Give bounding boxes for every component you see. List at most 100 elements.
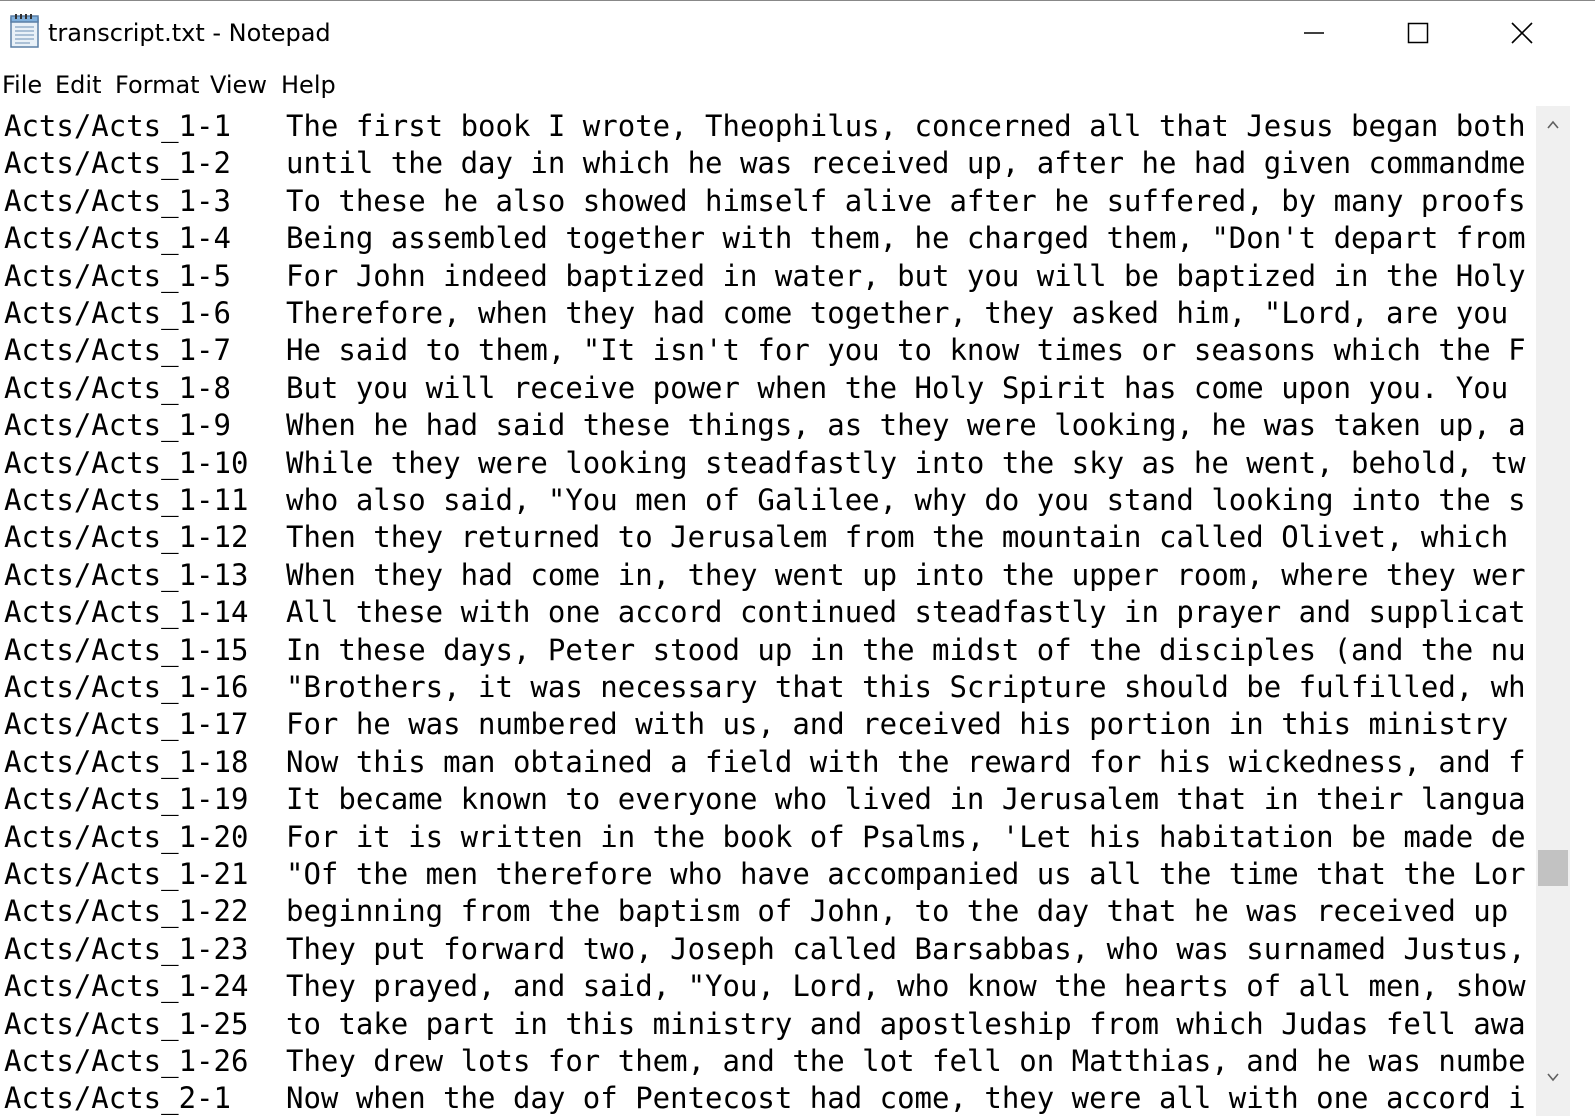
verse-reference: Acts/Acts_1-8 [4, 370, 231, 405]
verse-text: until the day in which he was received u… [286, 146, 1526, 181]
notepad-window: transcript.txt - Notepad File Edit Forma… [0, 0, 1595, 1116]
menu-edit[interactable]: Edit [55, 71, 101, 99]
verse-text: For it is written in the book of Psalms,… [286, 819, 1526, 854]
text-line[interactable]: Acts/Acts_1-16 "Brothers, it was necessar… [4, 668, 1526, 706]
verse-reference: Acts/Acts_1-12 [4, 520, 249, 555]
text-line[interactable]: Acts/Acts_1-12 Then they returned to Jeru… [4, 518, 1508, 556]
verse-reference: Acts/Acts_2-1 [4, 1081, 231, 1116]
window-title: transcript.txt - Notepad [48, 19, 331, 47]
text-line[interactable]: Acts/Acts_1-5 For John indeed baptized in… [4, 257, 1526, 295]
chevron-up-icon [1545, 117, 1561, 137]
verse-reference: Acts/Acts_1-18 [4, 744, 249, 779]
text-line[interactable]: Acts/Acts_1-25 to take part in this minis… [4, 1005, 1526, 1043]
verse-reference: Acts/Acts_1-11 [4, 483, 249, 517]
verse-reference: Acts/Acts_1-14 [4, 595, 249, 630]
verse-reference: Acts/Acts_1-9 [4, 408, 231, 443]
text-line[interactable]: Acts/Acts_1-8 But you will receive power … [4, 369, 1508, 407]
verse-reference: Acts/Acts_1-16 [4, 670, 249, 704]
text-line[interactable]: Acts/Acts_1-20 For it is written in the b… [4, 818, 1526, 856]
verse-reference: Acts/Acts_1-23 [4, 931, 249, 966]
verse-text: While they were looking steadfastly into… [286, 445, 1526, 480]
text-line[interactable]: Acts/Acts_1-10 While they were looking st… [4, 444, 1526, 482]
verse-reference: Acts/Acts_1-22 [4, 894, 249, 929]
close-icon [1511, 22, 1533, 44]
verse-text: "Of the men therefore who have accompani… [286, 857, 1526, 891]
verse-reference: Acts/Acts_1-10 [4, 445, 249, 480]
verse-reference: Acts/Acts_1-1 [4, 109, 231, 143]
scroll-thumb[interactable] [1538, 849, 1568, 886]
verse-reference: Acts/Acts_1-4 [4, 221, 231, 256]
verse-text: "Brothers, it was necessary that this Sc… [286, 670, 1526, 704]
verse-text: They drew lots for them, and the lot fel… [286, 1044, 1526, 1078]
text-editor[interactable]: Acts/Acts_1-1 The first book I wrote, The… [0, 106, 1536, 1116]
verse-reference: Acts/Acts_1-5 [4, 258, 231, 293]
verse-reference: Acts/Acts_1-17 [4, 707, 249, 742]
verse-reference: Acts/Acts_1-19 [4, 782, 249, 817]
verse-text: All these with one accord continued stea… [286, 595, 1526, 630]
verse-reference: Acts/Acts_1-2 [4, 146, 231, 181]
text-line[interactable]: Acts/Acts_1-21 "Of the men therefore who … [4, 855, 1526, 893]
text-line[interactable]: Acts/Acts_1-24 They prayed, and said, "Yo… [4, 967, 1526, 1005]
verse-text: Therefore, when they had come together, … [286, 296, 1509, 330]
verse-text: to take part in this ministry and apostl… [286, 1006, 1526, 1041]
text-line[interactable]: Acts/Acts_1-15 In these days, Peter stood… [4, 631, 1526, 669]
verse-text: When he had said these things, as they w… [286, 408, 1526, 443]
text-line[interactable]: Acts/Acts_1-6 Therefore, when they had co… [4, 294, 1508, 332]
verse-text: When they had come in, they went up into… [286, 557, 1526, 592]
verse-text: He said to them, "It isn't for you to kn… [286, 333, 1526, 368]
verse-text: In these days, Peter stood up in the mid… [286, 632, 1526, 667]
verse-text: For John indeed baptized in water, but y… [286, 258, 1526, 293]
maximize-icon [1407, 22, 1429, 44]
chevron-down-icon [1545, 1069, 1561, 1089]
text-line[interactable]: Acts/Acts_1-19 It became known to everyon… [4, 780, 1526, 818]
text-line[interactable]: Acts/Acts_1-9 When he had said these thin… [4, 406, 1526, 444]
scroll-up-button[interactable] [1536, 110, 1570, 144]
vertical-scrollbar[interactable] [1536, 106, 1570, 1116]
verse-text: They put forward two, Joseph called Bars… [286, 931, 1526, 966]
verse-reference: Acts/Acts_1-15 [4, 632, 249, 667]
text-line[interactable]: Acts/Acts_1-3 To these he also showed him… [4, 182, 1526, 220]
text-line[interactable]: Acts/Acts_1-26 They drew lots for them, a… [4, 1042, 1526, 1080]
verse-text: Then they returned to Jerusalem from the… [286, 520, 1509, 555]
verse-text: who also said, "You men of Galilee, why … [286, 483, 1526, 517]
text-line[interactable]: Acts/Acts_1-2 until the day in which he w… [4, 144, 1526, 182]
verse-text: It became known to everyone who lived in… [286, 782, 1526, 817]
title-bar[interactable]: transcript.txt - Notepad [0, 0, 1595, 64]
verse-reference: Acts/Acts_1-7 [4, 333, 231, 368]
text-line[interactable]: Acts/Acts_1-23 They put forward two, Jose… [4, 930, 1526, 968]
verse-text: Being assembled together with them, he c… [286, 221, 1526, 256]
verse-reference: Acts/Acts_1-6 [4, 296, 231, 330]
verse-text: For he was numbered with us, and receive… [286, 707, 1509, 742]
verse-reference: Acts/Acts_1-26 [4, 1044, 249, 1078]
verse-text: But you will receive power when the Holy… [286, 370, 1509, 405]
text-line[interactable]: Acts/Acts_1-7 He said to them, "It isn't … [4, 331, 1526, 369]
text-line[interactable]: Acts/Acts_1-18 Now this man obtained a fi… [4, 743, 1526, 781]
verse-text: They prayed, and said, "You, Lord, who k… [286, 969, 1526, 1004]
verse-reference: Acts/Acts_1-13 [4, 557, 249, 592]
text-line[interactable]: Acts/Acts_1-11 who also said, "You men of… [4, 481, 1526, 519]
verse-text: The first book I wrote, Theophilus, conc… [286, 109, 1526, 143]
verse-text: Now this man obtained a field with the r… [286, 744, 1526, 779]
text-line[interactable]: Acts/Acts_1-22 beginning from the baptism… [4, 892, 1508, 930]
maximize-button[interactable] [1366, 1, 1470, 65]
verse-reference: Acts/Acts_1-24 [4, 969, 249, 1004]
verse-text: To these he also showed himself alive af… [286, 183, 1526, 218]
text-line[interactable]: Acts/Acts_1-14 All these with one accord … [4, 593, 1526, 631]
notepad-icon [8, 13, 42, 49]
text-line[interactable]: Acts/Acts_1-1 The first book I wrote, The… [4, 107, 1526, 145]
text-line[interactable]: Acts/Acts_1-4 Being assembled together wi… [4, 219, 1526, 257]
verse-text: beginning from the baptism of John, to t… [286, 894, 1509, 929]
menu-file[interactable]: File [2, 71, 42, 99]
menu-format[interactable]: Format [115, 71, 200, 99]
text-line[interactable]: Acts/Acts_1-13 When they had come in, the… [4, 556, 1526, 594]
verse-reference: Acts/Acts_1-20 [4, 819, 249, 854]
text-line[interactable]: Acts/Acts_1-17 For he was numbered with u… [4, 705, 1508, 743]
text-line[interactable]: Acts/Acts_2-1 Now when the day of Penteco… [4, 1079, 1526, 1116]
minimize-button[interactable] [1262, 1, 1366, 65]
close-button[interactable] [1470, 1, 1574, 65]
menu-help[interactable]: Help [281, 71, 336, 99]
verse-text: Now when the day of Pentecost had come, … [286, 1081, 1526, 1116]
menu-view[interactable]: View [210, 71, 267, 99]
scroll-down-button[interactable] [1536, 1062, 1570, 1096]
menu-bar: File Edit Format View Help [0, 66, 1595, 106]
